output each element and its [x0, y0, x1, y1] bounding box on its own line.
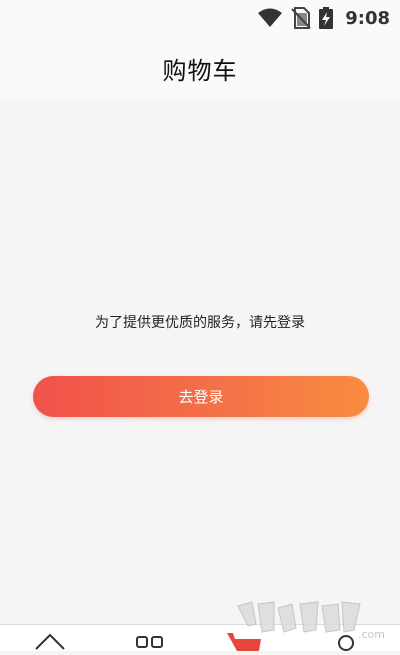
watermark-logo: .com	[234, 596, 394, 642]
login-prompt-text: 为了提供更优质的服务，请先登录	[95, 315, 305, 331]
status-icons: 9:08	[257, 6, 390, 30]
wifi-icon	[257, 8, 283, 28]
battery-charging-icon	[319, 7, 334, 29]
svg-text:.com: .com	[358, 628, 385, 641]
login-button[interactable]: 去登录	[33, 376, 369, 417]
home-icon	[33, 631, 67, 655]
page-title: 购物车	[162, 56, 238, 85]
status-time: 9:08	[345, 7, 390, 29]
no-sim-icon	[291, 7, 311, 29]
header: 购物车	[0, 36, 400, 100]
tab-home[interactable]	[30, 631, 70, 655]
tab-category[interactable]	[130, 631, 170, 655]
category-icon	[133, 631, 167, 655]
status-bar: 9:08	[0, 0, 400, 36]
